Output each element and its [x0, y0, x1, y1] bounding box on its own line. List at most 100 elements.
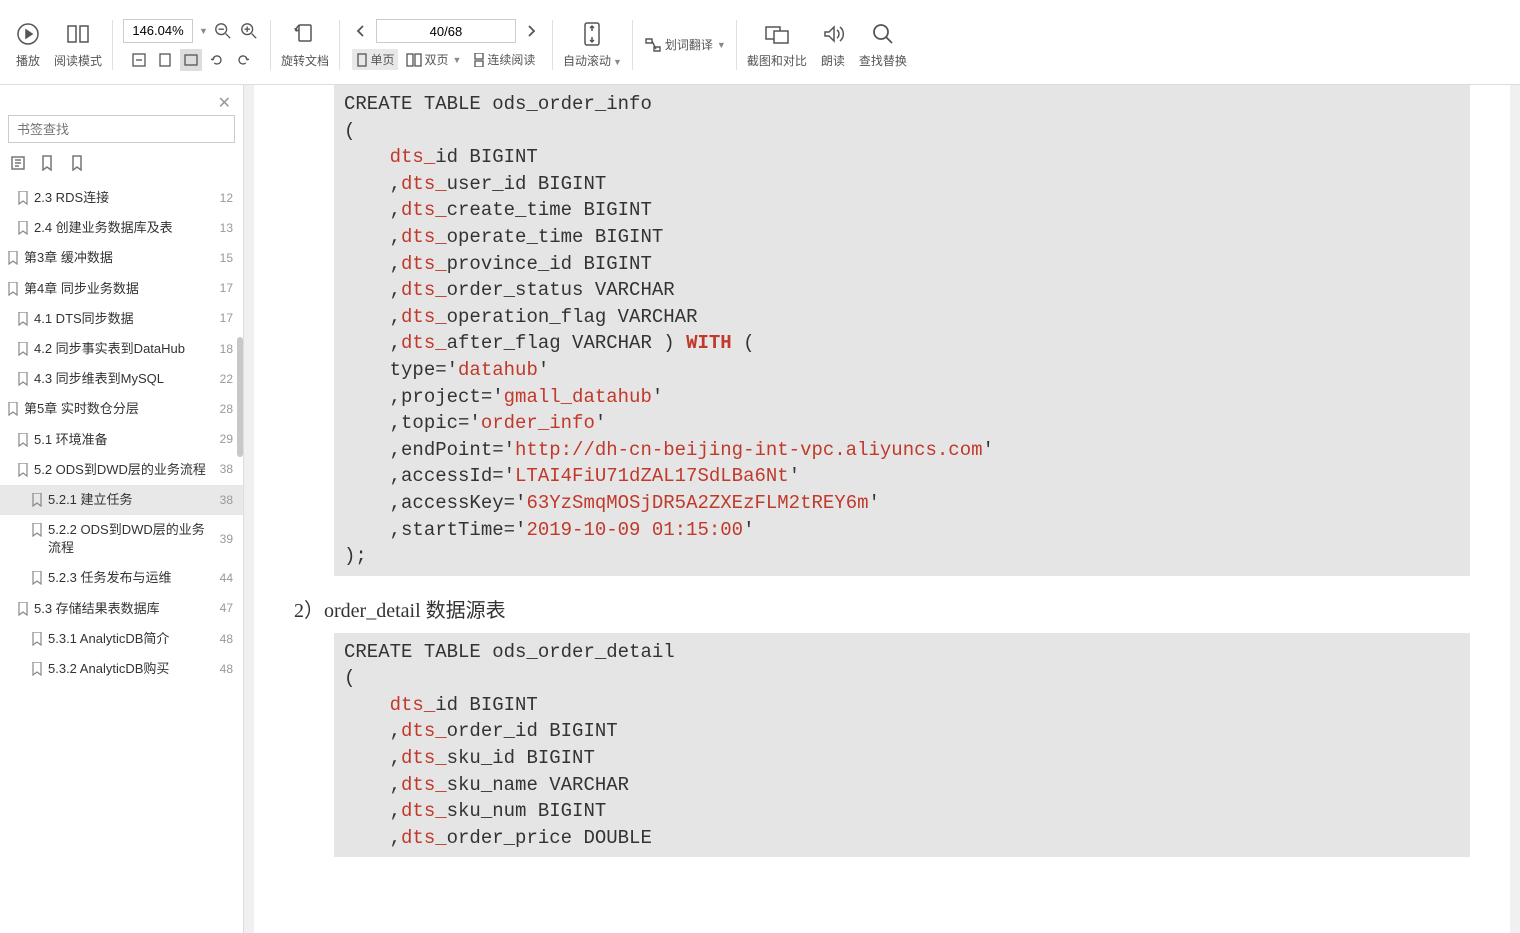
tree-item[interactable]: 第3章 缓冲数据 15: [0, 243, 243, 273]
tree-item[interactable]: 4.3 同步维表到MySQL 22: [0, 364, 243, 394]
fit-width-icon[interactable]: [128, 49, 150, 71]
find-replace-label: 查找替换: [859, 52, 907, 69]
toolbar: 播放 阅读模式 ▼ 旋转文档: [0, 5, 1520, 85]
tree-item-label: 5.2.1 建立任务: [48, 491, 133, 509]
rotate-ccw-icon[interactable]: [206, 49, 228, 71]
auto-scroll-group[interactable]: 自动滚动▼: [557, 5, 628, 84]
play-group[interactable]: 播放: [8, 5, 48, 84]
continuous-label: 连续阅读: [487, 51, 535, 68]
double-page-button[interactable]: 双页 ▼: [402, 49, 465, 70]
tree-item-page: 15: [220, 250, 233, 267]
tree-item-label: 2.4 创建业务数据库及表: [34, 219, 173, 237]
tree-item-page: 48: [220, 631, 233, 648]
book-icon: [64, 20, 92, 48]
tree-item-label: 5.2 ODS到DWD层的业务流程: [34, 461, 206, 479]
prev-page-icon[interactable]: [350, 20, 372, 42]
zoom-in-icon[interactable]: [238, 20, 260, 42]
play-label: 播放: [16, 52, 40, 69]
tree-item[interactable]: 5.2 ODS到DWD层的业务流程 38: [0, 455, 243, 485]
tree-item-page: 13: [220, 220, 233, 237]
tree-item[interactable]: 2.4 创建业务数据库及表 13: [0, 213, 243, 243]
zoom-input[interactable]: [123, 19, 193, 43]
tree-item[interactable]: 第5章 实时数仓分层 28: [0, 394, 243, 424]
rotate-doc-label: 旋转文档: [281, 52, 329, 69]
screenshot-icon: [763, 20, 791, 48]
zoom-out-icon[interactable]: [212, 20, 234, 42]
tree-item-label: 2.3 RDS连接: [34, 189, 109, 207]
tree-item[interactable]: 4.2 同步事实表到DataHub 18: [0, 334, 243, 364]
tree-item[interactable]: 2.3 RDS连接 12: [0, 183, 243, 213]
page: CREATE TABLE ods_order_info ( dts_id BIG…: [254, 85, 1510, 933]
auto-scroll-label: 自动滚动: [563, 54, 611, 68]
rotate-doc-group[interactable]: 旋转文档: [275, 5, 335, 84]
tree-item-page: 28: [220, 401, 233, 418]
tree-item[interactable]: 5.3.1 AnalyticDB简介48: [0, 624, 243, 654]
tree-item-page: 12: [220, 190, 233, 207]
search-icon: [869, 20, 897, 48]
tree-item-label: 4.3 同步维表到MySQL: [34, 370, 164, 388]
tree-item-page: 38: [220, 461, 233, 478]
read-mode-label: 阅读模式: [54, 52, 102, 69]
tree-item[interactable]: 5.1 环境准备 29: [0, 425, 243, 455]
tree-item[interactable]: 5.3 存储结果表数据库47: [0, 594, 243, 624]
single-page-button[interactable]: 单页: [352, 49, 398, 70]
translate-label: 划词翻译: [665, 36, 713, 53]
find-replace-group[interactable]: 查找替换: [853, 5, 913, 84]
page-input[interactable]: [376, 19, 516, 43]
tree-item-label: 第4章 同步业务数据: [24, 280, 139, 298]
tree-item[interactable]: 4.1 DTS同步数据17: [0, 304, 243, 334]
sidebar-tabs: [0, 151, 243, 177]
tree-item-page: 48: [220, 661, 233, 678]
tree-item-page: 39: [220, 531, 233, 548]
continuous-button[interactable]: 连续阅读: [469, 49, 539, 70]
code-block-1: CREATE TABLE ods_order_info ( dts_id BIG…: [334, 85, 1470, 576]
scrollbar-thumb[interactable]: [237, 337, 243, 457]
translate-group[interactable]: 划词翻译 ▼: [637, 5, 732, 84]
chevron-down-icon[interactable]: ▼: [199, 26, 208, 36]
tree-item-label: 第5章 实时数仓分层: [24, 400, 139, 418]
close-icon[interactable]: ✕: [218, 93, 231, 113]
outline-icon[interactable]: [10, 155, 28, 173]
play-icon: [14, 20, 42, 48]
bookmark-search-input[interactable]: [8, 115, 235, 143]
fit-page-icon[interactable]: [154, 49, 176, 71]
tree-item-label: 第3章 缓冲数据: [24, 249, 113, 267]
tree-item-label: 5.2.3 任务发布与运维: [48, 569, 172, 587]
tree-item[interactable]: 5.3.2 AnalyticDB购买 48: [0, 654, 243, 684]
tree-item-label: 4.2 同步事实表到DataHub: [34, 340, 185, 358]
document-view[interactable]: CREATE TABLE ods_order_info ( dts_id BIG…: [244, 85, 1520, 933]
tree-item-label: 5.3 存储结果表数据库: [34, 600, 160, 618]
fit-actual-icon[interactable]: [180, 49, 202, 71]
auto-scroll-icon: [578, 20, 606, 48]
tree-item[interactable]: 5.2.2 ODS到DWD层的业务流程 39: [0, 515, 243, 563]
tree-item-page: 18: [220, 341, 233, 358]
double-page-label: 双页: [424, 51, 448, 68]
section-heading-2: 2）order_detail 数据源表: [294, 594, 1470, 623]
main-area: ✕ 2.3 RDS连接 12 2.4 创建业务数据库及表 13 第3章 缓冲数据 15 第4…: [0, 85, 1520, 933]
tree-item-label: 4.1 DTS同步数据: [34, 310, 134, 328]
tree-item-page: 29: [220, 431, 233, 448]
translate-icon: [643, 36, 663, 54]
screenshot-group[interactable]: 截图和对比: [741, 5, 813, 84]
tree-item[interactable]: 第4章 同步业务数据17: [0, 274, 243, 304]
tree-item-label: 5.3.2 AnalyticDB购买: [48, 660, 169, 678]
screenshot-label: 截图和对比: [747, 52, 807, 69]
tree-item-page: 22: [220, 371, 233, 388]
tree-item-page: 38: [220, 492, 233, 509]
tree-item-label: 5.2.2 ODS到DWD层的业务流程: [48, 521, 214, 557]
tree-item-page: 44: [220, 570, 233, 587]
bookmark-outline-icon[interactable]: [70, 155, 88, 173]
read-aloud-group[interactable]: 朗读: [813, 5, 853, 84]
sidebar: ✕ 2.3 RDS连接 12 2.4 创建业务数据库及表 13 第3章 缓冲数据 15 第4…: [0, 85, 244, 933]
single-page-label: 单页: [370, 51, 394, 68]
code-block-2: CREATE TABLE ods_order_detail ( dts_id B…: [334, 633, 1470, 858]
read-mode-group[interactable]: 阅读模式: [48, 5, 108, 84]
rotate-doc-icon: [291, 20, 319, 48]
bookmark-tree: 2.3 RDS连接 12 2.4 创建业务数据库及表 13 第3章 缓冲数据 15 第4章 …: [0, 177, 243, 933]
tree-item[interactable]: 5.2.3 任务发布与运维 44: [0, 563, 243, 593]
bookmark-icon[interactable]: [40, 155, 58, 173]
tree-item[interactable]: 5.2.1 建立任务 38: [0, 485, 243, 515]
tree-item-label: 5.1 环境准备: [34, 431, 108, 449]
rotate-cw-icon[interactable]: [232, 49, 254, 71]
next-page-icon[interactable]: [520, 20, 542, 42]
